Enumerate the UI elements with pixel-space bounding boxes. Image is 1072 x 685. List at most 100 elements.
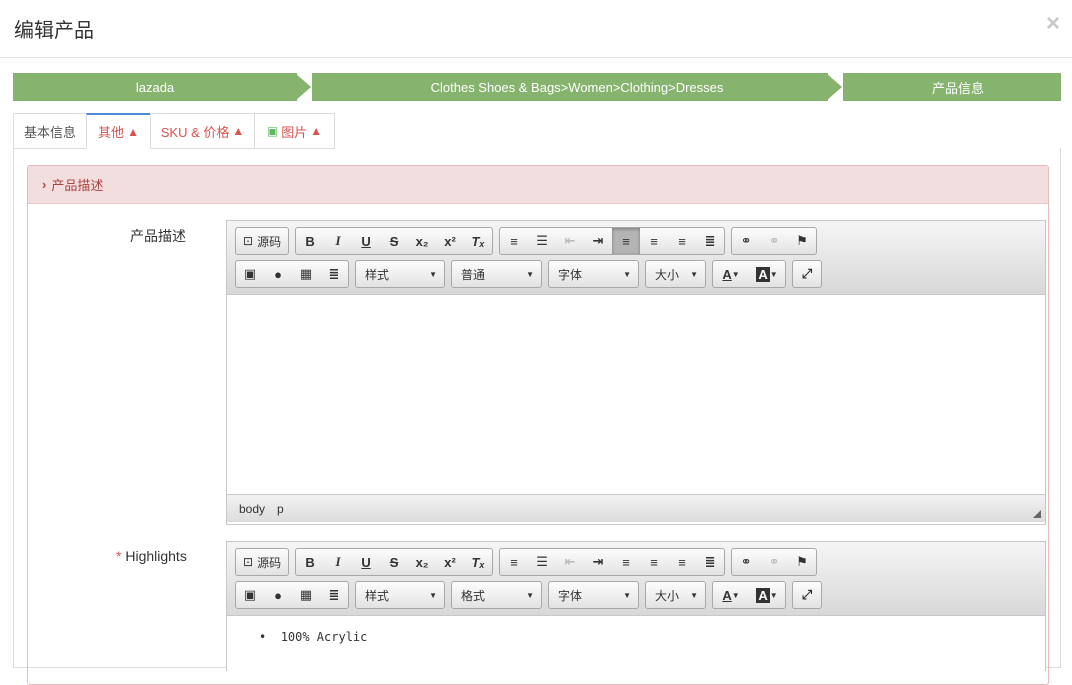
modal-title: 编辑产品 bbox=[14, 20, 94, 42]
select-value: 普通 bbox=[461, 267, 486, 282]
bold-button[interactable]: B bbox=[296, 549, 324, 575]
tab-label: SKU & 价格 bbox=[160, 124, 230, 140]
highlights-label-text: Highlights bbox=[125, 548, 187, 564]
description-edit-area[interactable] bbox=[227, 294, 1045, 494]
indent-icon[interactable]: ⇥ bbox=[584, 228, 612, 254]
tab-label: 基本信息 bbox=[23, 124, 76, 140]
numbered-list-icon[interactable]: ≡ bbox=[500, 228, 528, 254]
path-body[interactable]: body bbox=[239, 502, 265, 516]
maximize-icon[interactable]: ⤢ bbox=[793, 261, 821, 287]
source-button[interactable]: ⊡ 源码 bbox=[236, 549, 288, 575]
select-value: 大小 bbox=[655, 588, 680, 603]
tab-bar: 基本信息 其他 ▲ SKU & 价格 ▲ ▣ 图片 ▲ bbox=[13, 113, 1061, 149]
outdent-icon[interactable]: ⇤ bbox=[556, 228, 584, 254]
editor-statusbar: body p bbox=[227, 494, 1045, 522]
source-label: 源码 bbox=[257, 234, 282, 249]
tab-content: › 产品描述 产品描述 ⊡ 源码 B I U S x₂ x² Tₓ ≡ ☰ ⇤ … bbox=[13, 148, 1061, 685]
source-label: 源码 bbox=[257, 555, 282, 570]
outdent-icon[interactable]: ⇤ bbox=[556, 549, 584, 575]
panel-header[interactable]: › 产品描述 bbox=[28, 166, 1048, 204]
unlink-icon[interactable]: ⚭ bbox=[760, 549, 788, 575]
tab-label: 其他 bbox=[98, 125, 125, 140]
size-select[interactable]: 大小 ▼ bbox=[645, 581, 706, 609]
close-icon[interactable]: × bbox=[1046, 10, 1060, 38]
text-color-icon[interactable]: A ▼ bbox=[713, 582, 749, 608]
remove-format-button[interactable]: Tₓ bbox=[464, 549, 492, 575]
align-center-icon[interactable]: ≡ bbox=[640, 228, 668, 254]
horizontal-line-icon[interactable]: ≣ bbox=[320, 582, 348, 608]
select-value: 字体 bbox=[558, 267, 583, 282]
unlink-icon[interactable]: ⚭ bbox=[760, 228, 788, 254]
styles-select[interactable]: 样式 ▼ bbox=[355, 260, 445, 288]
styles-select[interactable]: 样式 ▼ bbox=[355, 581, 445, 609]
caret-down-icon: ▼ bbox=[429, 269, 437, 279]
text-color-icon[interactable]: A ▼ bbox=[713, 261, 749, 287]
flash-icon[interactable]: ● bbox=[264, 582, 292, 608]
italic-button[interactable]: I bbox=[324, 549, 352, 575]
bold-button[interactable]: B bbox=[296, 228, 324, 254]
wizard-step-category[interactable]: Clothes Shoes & Bags>Women>Clothing>Dres… bbox=[312, 73, 828, 101]
bullet-list-icon[interactable]: ☰ bbox=[528, 549, 556, 575]
path-p[interactable]: p bbox=[277, 502, 284, 516]
size-select[interactable]: 大小 ▼ bbox=[645, 260, 706, 288]
superscript-button[interactable]: x² bbox=[436, 549, 464, 575]
tab-images[interactable]: ▣ 图片 ▲ bbox=[254, 113, 335, 149]
horizontal-line-icon[interactable]: ≣ bbox=[320, 261, 348, 287]
bg-color-icon[interactable]: A ▼ bbox=[749, 582, 785, 608]
strike-button[interactable]: S bbox=[380, 549, 408, 575]
tab-other[interactable]: 其他 ▲ bbox=[86, 113, 151, 149]
indent-icon[interactable]: ⇥ bbox=[584, 549, 612, 575]
italic-button[interactable]: I bbox=[324, 228, 352, 254]
source-button[interactable]: ⊡ 源码 bbox=[236, 228, 288, 254]
justify-icon[interactable]: ≣ bbox=[696, 549, 724, 575]
align-left-icon[interactable]: ≡ bbox=[612, 228, 641, 254]
anchor-flag-icon[interactable]: ⚑ bbox=[788, 228, 816, 254]
link-icon[interactable]: ⚭ bbox=[732, 228, 760, 254]
format-select[interactable]: 普通 ▼ bbox=[451, 260, 542, 288]
link-icon[interactable]: ⚭ bbox=[732, 549, 760, 575]
font-select[interactable]: 字体 ▼ bbox=[548, 581, 639, 609]
bullet-list-icon[interactable]: ☰ bbox=[528, 228, 556, 254]
maximize-icon[interactable]: ⤢ bbox=[793, 582, 821, 608]
tab-basic-info[interactable]: 基本信息 bbox=[13, 113, 87, 149]
image-icon[interactable]: ▣ bbox=[236, 261, 264, 287]
resize-grip-icon[interactable] bbox=[1033, 510, 1041, 518]
align-right-icon[interactable]: ≡ bbox=[668, 228, 696, 254]
image-icon[interactable]: ▣ bbox=[236, 582, 264, 608]
select-value: 大小 bbox=[655, 267, 680, 282]
subscript-button[interactable]: x₂ bbox=[408, 549, 436, 575]
align-left-icon[interactable]: ≡ bbox=[612, 549, 640, 575]
warning-icon: ▲ bbox=[310, 124, 323, 138]
description-editor: ⊡ 源码 B I U S x₂ x² Tₓ ≡ ☰ ⇤ ⇥ ≡ ≡ ≡ ≣ ⚭ … bbox=[226, 220, 1046, 525]
underline-button[interactable]: U bbox=[352, 228, 380, 254]
tab-sku-price[interactable]: SKU & 价格 ▲ bbox=[150, 113, 255, 149]
underline-button[interactable]: U bbox=[352, 549, 380, 575]
superscript-button[interactable]: x² bbox=[436, 228, 464, 254]
wizard-step-platform[interactable]: lazada bbox=[13, 73, 297, 101]
source-icon: ⊡ bbox=[243, 555, 254, 569]
caret-down-icon: ▼ bbox=[526, 269, 534, 279]
highlights-edit-area[interactable]: • 100% Acrylic bbox=[227, 615, 1045, 675]
table-icon[interactable]: ▦ bbox=[292, 582, 320, 608]
flash-icon[interactable]: ● bbox=[264, 261, 292, 287]
align-center-icon[interactable]: ≡ bbox=[640, 549, 668, 575]
justify-icon[interactable]: ≣ bbox=[696, 228, 724, 254]
wizard-step-label: 产品信息 bbox=[931, 80, 984, 96]
anchor-flag-icon[interactable]: ⚑ bbox=[788, 549, 816, 575]
modal-header: 编辑产品 × bbox=[0, 0, 1072, 58]
table-icon[interactable]: ▦ bbox=[292, 261, 320, 287]
font-select[interactable]: 字体 ▼ bbox=[548, 260, 639, 288]
subscript-button[interactable]: x₂ bbox=[408, 228, 436, 254]
align-right-icon[interactable]: ≡ bbox=[668, 549, 696, 575]
caret-down-icon: ▼ bbox=[526, 590, 534, 600]
bullet-text: 100% Acrylic bbox=[280, 630, 368, 644]
tab-label: 图片 bbox=[281, 124, 308, 140]
numbered-list-icon[interactable]: ≡ bbox=[500, 549, 528, 575]
format-select[interactable]: 格式 ▼ bbox=[451, 581, 542, 609]
wizard-step-product-info[interactable]: 产品信息 bbox=[843, 73, 1061, 101]
strike-button[interactable]: S bbox=[380, 228, 408, 254]
remove-format-button[interactable]: Tₓ bbox=[464, 228, 492, 254]
select-value: 字体 bbox=[558, 588, 583, 603]
select-value: 样式 bbox=[365, 588, 390, 603]
bg-color-icon[interactable]: A ▼ bbox=[749, 261, 785, 287]
